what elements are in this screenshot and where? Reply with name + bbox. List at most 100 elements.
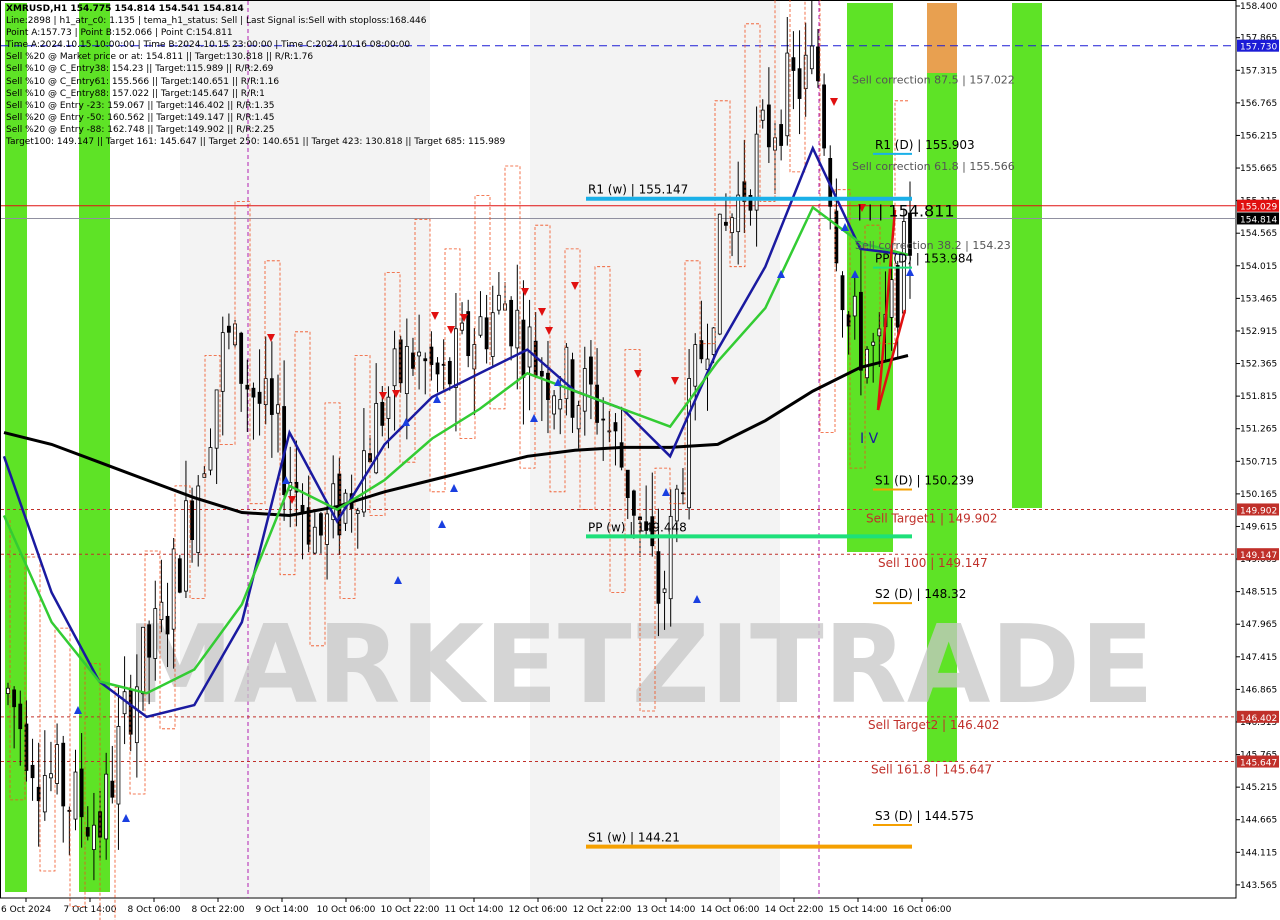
candle-body [871,341,876,346]
candle-body [79,768,84,818]
candle-body [595,384,599,423]
candle-body [116,725,121,805]
x-tick-label: 9 Oct 14:00 [256,905,309,915]
y-tick-label: 148.515 [1240,588,1277,598]
candle-body [859,291,863,371]
candle-body [67,809,72,812]
pivot-label: S3 (D) | 144.575 [875,809,974,823]
candle-body [797,68,802,99]
y-tick-label: 153.465 [1240,294,1277,304]
y-tick-label: 149.615 [1240,522,1277,532]
candle-body [681,492,685,495]
x-tick-label: 6 Oct 2024 [1,905,51,915]
candle-body [582,368,587,412]
candle-body [319,513,323,536]
candle-body [496,294,501,311]
x-tick-label: 15 Oct 14:00 [829,905,888,915]
candle-body [552,395,557,415]
info-line: Target100: 149.147 || Target 161: 145.64… [6,137,506,148]
price-box-label: 149.902 [1240,506,1277,516]
candle-body [312,526,317,554]
candle-body [214,389,219,449]
candle-body [386,396,391,419]
candle-body [509,299,514,347]
y-tick-label: 146.865 [1240,685,1277,695]
info-line: Time A:2024.10.15 10:00:00 | Time B:2024… [6,40,411,51]
y-tick-label: 144.115 [1240,848,1277,858]
candle-body [134,686,139,744]
candle-body [184,500,188,592]
candle-body [889,279,894,318]
candle-body [435,362,440,375]
candle-body [208,447,213,471]
y-tick-label: 150.715 [1240,457,1277,467]
y-tick-label: 151.265 [1240,425,1277,435]
candle-body [515,309,520,349]
candle-body [601,418,606,421]
price-box-label: 149.147 [1240,551,1277,561]
price-box-label: 145.647 [1240,759,1277,769]
pivot-label: R1 (D) | 155.903 [875,138,975,152]
candle-body [300,504,305,513]
candle-body [822,84,826,149]
candle-body [374,403,379,474]
x-tick-label: 13 Oct 14:00 [637,905,696,915]
x-tick-label: 16 Oct 06:00 [893,905,952,915]
candle-body [558,399,563,410]
candle-body [6,687,10,694]
y-tick-label: 156.215 [1240,131,1277,141]
y-tick-label: 156.765 [1240,99,1277,109]
y-tick-label: 150.165 [1240,490,1277,500]
candle-body [251,387,256,398]
candle-body [190,500,194,540]
y-tick-label: 158.400 [1240,2,1277,12]
candle-body [355,510,360,514]
y-tick-label: 154.565 [1240,229,1277,239]
x-tick-label: 12 Oct 22:00 [573,905,632,915]
candle-body [717,213,722,335]
background-band [530,1,780,897]
info-line: Line:2898 | h1_atr_c0: 1.135 | tema_h1_s… [6,16,427,27]
chart-info-panel: XMRUSD,H1 154.775 154.814 154.541 154.81… [6,3,505,148]
info-line: Sell %10 @ C_Entry38: 154.23 || Target:1… [6,64,274,75]
x-tick-label: 10 Oct 06:00 [317,905,376,915]
candle-body [257,391,262,404]
candle-body [220,332,225,392]
candle-body [631,490,636,516]
candle-body [55,744,59,784]
candle-body [613,422,618,432]
candle-body [693,344,698,387]
candle-body [61,742,66,807]
x-tick-label: 8 Oct 06:00 [128,905,181,915]
y-tick-label: 152.915 [1240,327,1277,337]
pivot-label: PP (D) | 153.984 [875,252,973,266]
candle-body [546,372,550,400]
info-line: Sell %20 @ Entry -88: 162.748 || Target:… [6,124,275,135]
y-tick-label: 152.365 [1240,360,1277,370]
orange-zone [927,3,957,73]
candle-body [460,322,464,331]
x-tick-label: 12 Oct 06:00 [509,905,568,915]
candle-body [490,312,495,357]
candle-body [153,608,158,659]
candle-body [840,275,845,311]
x-tick-label: 11 Oct 14:00 [445,905,504,915]
candle-body [760,109,765,121]
info-line: XMRUSD,H1 154.775 154.814 154.541 154.81… [6,4,244,14]
candle-body [785,52,790,137]
candle-body [325,513,329,545]
y-tick-label: 147.965 [1240,620,1277,630]
candle-body [809,45,814,70]
price-box-label: 154.814 [1240,215,1277,225]
candle-body [674,488,679,522]
candle-body [865,348,869,379]
target-label: Sell correction 38.2 | 154.23 [855,239,1011,252]
y-tick-label: 157.315 [1240,66,1277,76]
candle-body [539,370,544,377]
info-line: Sell %10 @ C_Entry88: 157.022 || Target:… [6,88,265,99]
candle-body [711,327,716,355]
candle-body [417,351,422,357]
candle-body [12,689,17,708]
pivot-label: PP (w) | 149.448 [588,520,687,534]
green-zone [1012,3,1042,508]
